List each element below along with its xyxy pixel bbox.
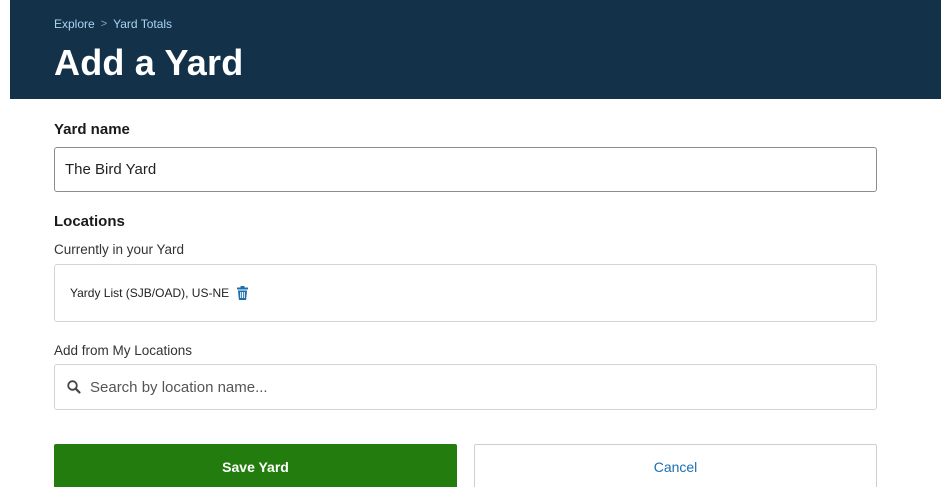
locations-heading: Locations — [54, 213, 125, 230]
page-header: Explore > Yard Totals Add a Yard — [10, 0, 941, 99]
search-icon — [66, 379, 82, 395]
location-item-name: Yardy List (SJB/OAD), US-NE — [70, 286, 230, 300]
yard-name-label: Yard name — [54, 121, 130, 138]
yard-name-input[interactable] — [54, 147, 877, 192]
trash-icon[interactable] — [235, 286, 249, 300]
breadcrumb-separator: > — [100, 18, 108, 30]
current-locations-box: Yardy List (SJB/OAD), US-NE — [54, 264, 877, 322]
location-search-field[interactable] — [54, 364, 877, 410]
cancel-button[interactable]: Cancel — [474, 444, 877, 487]
add-from-locations-label: Add from My Locations — [54, 343, 193, 358]
breadcrumb: Explore > Yard Totals — [54, 17, 172, 31]
save-yard-button[interactable]: Save Yard — [54, 444, 457, 487]
location-search-input[interactable] — [90, 365, 876, 409]
current-locations-label: Currently in your Yard — [54, 242, 185, 257]
page-title: Add a Yard — [54, 42, 244, 83]
location-item: Yardy List (SJB/OAD), US-NE — [70, 286, 249, 300]
breadcrumb-link-explore[interactable]: Explore — [54, 17, 95, 31]
breadcrumb-link-yard-totals[interactable]: Yard Totals — [113, 17, 172, 31]
